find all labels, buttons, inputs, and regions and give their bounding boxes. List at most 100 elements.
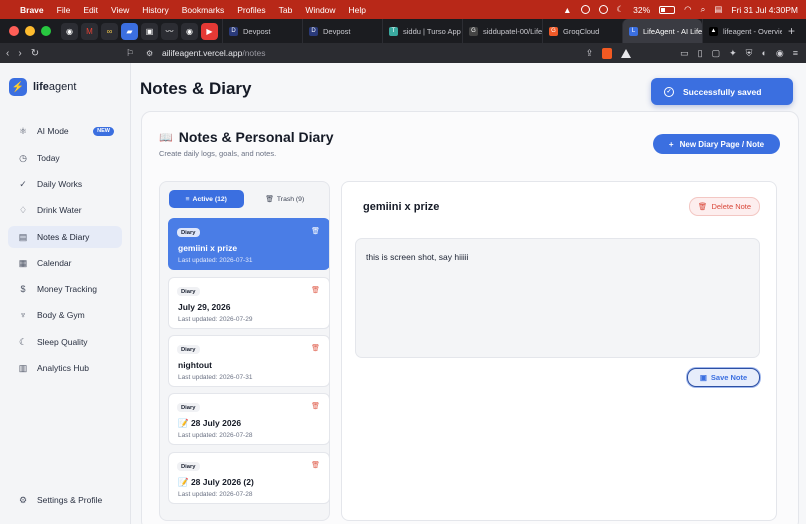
browser-tab[interactable]: D Devpost [222, 19, 302, 43]
sidebar-item-ai-mode[interactable]: ⚛ AI Mode NEW [8, 120, 122, 142]
zoom-window-button[interactable] [41, 26, 51, 36]
site-settings-icon[interactable]: ⚙ [146, 49, 153, 58]
browser-tab[interactable]: ▲ lifeagent - Overview [702, 19, 782, 43]
menu-app-name[interactable]: Brave [20, 5, 44, 15]
page-title: Notes & Diary [140, 79, 252, 98]
ai-icon[interactable]: ✦ [729, 48, 737, 59]
browser-tab[interactable]: G GroqCloud [542, 19, 622, 43]
note-date: Last updated: 2026-07-28 [178, 491, 253, 498]
toolbar-right: ⇪ ▭ ▯ ▢ ✦ ⛨ ◐ ◉ ≡ [586, 47, 798, 59]
sidebar-item-label: Sleep Quality [37, 337, 88, 347]
status-record-icon[interactable] [598, 5, 608, 14]
forward-icon[interactable]: › [18, 48, 21, 59]
wifi-icon[interactable]: ◠ [684, 4, 691, 15]
settings-profile-link[interactable]: ⚙ Settings & Profile [8, 490, 122, 510]
droplet-icon: ♢ [18, 204, 28, 215]
app-logo[interactable]: ⚡ lifeagent [9, 78, 76, 96]
pinned-tab-icon[interactable]: ◉ [181, 22, 198, 40]
menu-view[interactable]: View [111, 5, 129, 15]
note-list-item[interactable]: Diary 🗑 📝 28 July 2026 (2) Last updated:… [168, 452, 329, 504]
menu-file[interactable]: File [57, 5, 71, 15]
control-center-icon[interactable]: ▤ [714, 4, 722, 15]
sidebar-item-today[interactable]: ◷ Today [8, 147, 122, 169]
note-title-field[interactable]: gemiini x prize [363, 201, 439, 213]
minimize-window-button[interactable] [25, 26, 35, 36]
menu-icon[interactable]: ≡ [793, 48, 798, 58]
browser-tab[interactable]: Tsiddu | Turso App [382, 19, 462, 43]
sidebar-toggle-icon[interactable]: ▯ [698, 48, 703, 59]
back-icon[interactable]: ‹ [6, 48, 9, 59]
tab-label: siddupatel-00/LifeAgent [483, 26, 542, 36]
close-window-button[interactable] [9, 26, 19, 36]
status-circle-icon[interactable] [580, 5, 590, 14]
sidebar-item-daily-works[interactable]: ✓ Daily Works [8, 173, 122, 195]
trash-icon[interactable]: 🗑 [311, 344, 320, 352]
note-list-item[interactable]: Diary 🗑 📝 28 July 2026 Last updated: 202… [168, 393, 329, 445]
delete-note-button[interactable]: 🗑 Delete Note [689, 197, 760, 216]
new-tab-icon[interactable]: + [788, 24, 795, 38]
reader-icon[interactable]: ▭ [680, 48, 689, 59]
brave-rewards-icon[interactable] [621, 48, 632, 58]
save-note-button[interactable]: ▣ Save Note [687, 368, 760, 387]
sidebar-item-calendar[interactable]: ▦ Calendar [8, 252, 122, 274]
sidebar-item-analytics-hub[interactable]: ▥ Analytics Hub [8, 357, 122, 379]
pinned-tab-icon[interactable]: ▰ [121, 22, 138, 40]
sidebar-item-label: Analytics Hub [37, 363, 89, 373]
menu-edit[interactable]: Edit [83, 5, 98, 15]
battery-icon[interactable] [659, 5, 676, 14]
pinned-tab-icon[interactable]: ◉ [61, 22, 78, 40]
note-title: gemiini x prize [178, 243, 238, 253]
pinned-tab-icon[interactable]: ∞ [101, 22, 118, 40]
devpost-icon: D [309, 26, 318, 36]
vpn-icon[interactable]: ⛨ [746, 48, 753, 59]
note-date: Last updated: 2026-07-31 [178, 257, 253, 264]
brave-shields-icon[interactable] [602, 47, 613, 59]
menu-help[interactable]: Help [349, 5, 366, 15]
note-body-textarea[interactable]: this is screen shot, say hiiiii [355, 238, 760, 358]
menu-profiles[interactable]: Profiles [237, 5, 265, 15]
sidebar-item-notes-diary[interactable]: ▤ Notes & Diary [8, 226, 122, 248]
trash-icon[interactable]: 🗑 [311, 286, 320, 294]
menu-window[interactable]: Window [305, 5, 335, 15]
new-diary-page-button[interactable]: + New Diary Page / Note [653, 134, 780, 154]
sidebar-item-drink-water[interactable]: ♢ Drink Water [8, 199, 122, 221]
sidebar-item-sleep-quality[interactable]: ☾ Sleep Quality [8, 331, 122, 353]
clock[interactable]: Fri 31 Jul 4:30PM [731, 5, 798, 15]
spotlight-icon[interactable]: ⌕ [701, 4, 706, 15]
filter-icon: ≡ [185, 195, 190, 203]
browser-tab[interactable]: Gsiddupatel-00/LifeAgent [462, 19, 542, 43]
tab-label: Devpost [243, 26, 271, 36]
gear-icon: ⚙ [18, 494, 28, 505]
sidebar-item-money-tracking[interactable]: $ Money Tracking [8, 278, 122, 300]
sidebar-item-body-gym[interactable]: ♆ Body & Gym [8, 304, 122, 326]
reload-icon[interactable]: ↻ [31, 48, 39, 59]
extensions-icon[interactable]: ◐ [761, 48, 766, 58]
note-list-item[interactable]: Diary 🗑 nightout Last updated: 2026-07-3… [168, 335, 329, 387]
trash-icon[interactable]: 🗑 [311, 227, 320, 235]
url-field[interactable]: ailifeagent.vercel.app/notes [162, 48, 266, 58]
menu-bookmarks[interactable]: Bookmarks [182, 5, 225, 15]
bookmark-icon[interactable]: ⚐ [126, 48, 134, 59]
note-list-item[interactable]: Diary 🗑 gemiini x prize Last updated: 20… [168, 218, 329, 270]
note-list-item[interactable]: Diary 🗑 July 29, 2026 Last updated: 2026… [168, 277, 329, 329]
wallet-icon[interactable]: ▢ [712, 48, 721, 59]
share-icon[interactable]: ⇪ [586, 48, 594, 59]
menu-history[interactable]: History [142, 5, 168, 15]
menu-tab[interactable]: Tab [279, 5, 293, 15]
pinned-tab-icon[interactable]: ▣ [141, 22, 158, 40]
status-arrow-icon[interactable]: ▲ [563, 5, 571, 15]
trash-icon[interactable]: 🗑 [311, 402, 320, 410]
browser-tab[interactable]: D Devpost [302, 19, 382, 43]
pinned-tab-icon[interactable]: 〰 [161, 22, 178, 40]
trash-icon[interactable]: 🗑 [311, 461, 320, 469]
note-date: Last updated: 2026-07-29 [178, 316, 253, 323]
browser-tab-active[interactable]: LLifeAgent - AI Life✕ [622, 19, 702, 43]
moon-icon: ☾ [18, 336, 28, 347]
tab-active[interactable]: ≡ Active (12) [169, 190, 244, 208]
moon-status-icon[interactable]: ☾ [617, 4, 625, 15]
profile-icon[interactable]: ◉ [776, 48, 784, 59]
gmail-icon[interactable]: M [81, 22, 98, 40]
dumbbell-icon: ♆ [19, 310, 27, 320]
youtube-icon[interactable]: ▶ [201, 22, 218, 40]
tab-trash[interactable]: 🗑 Trash (9) [248, 190, 323, 208]
